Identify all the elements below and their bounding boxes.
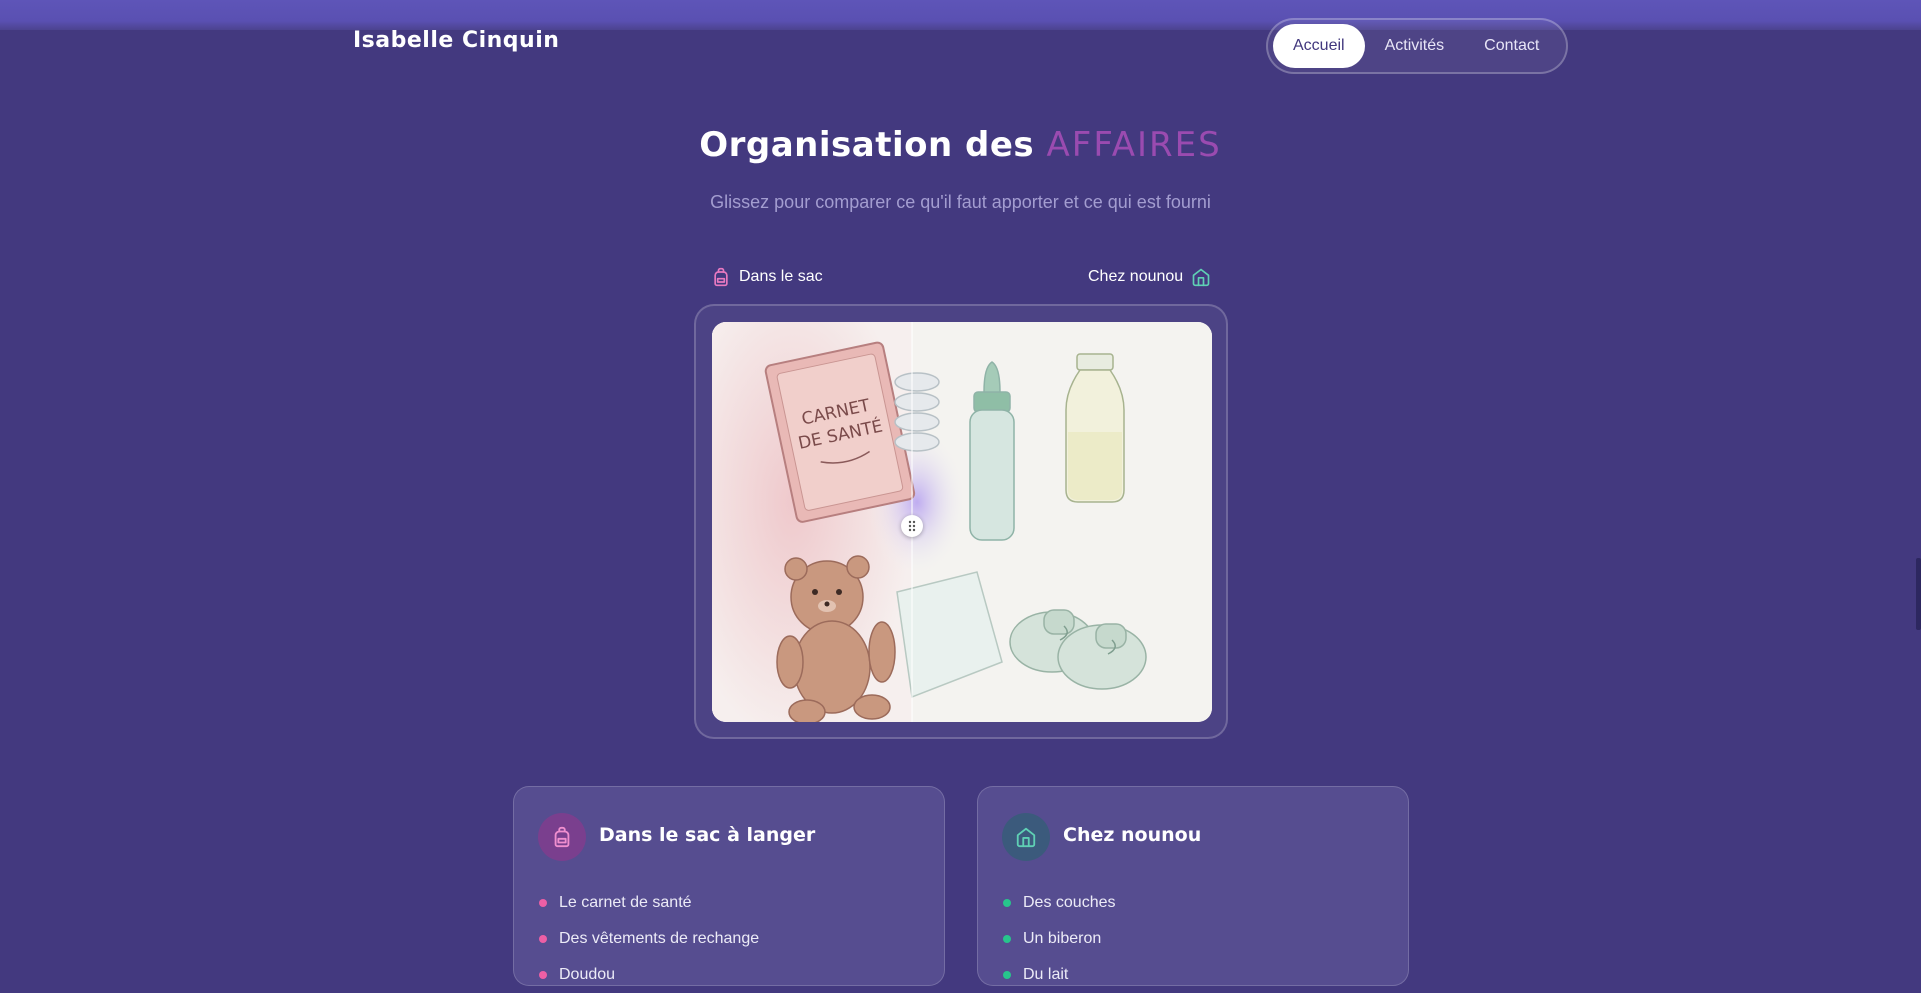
- list-item-text: Un biberon: [1023, 930, 1102, 947]
- section-title: Organisation des AFFAIRES: [0, 125, 1921, 165]
- card-list: Des couches Un biberon Du lait: [1003, 885, 1116, 993]
- list-item: Un biberon: [1003, 921, 1116, 957]
- home-icon: [1016, 827, 1036, 848]
- list-item: Des vêtements de rechange: [539, 921, 759, 957]
- card-icon-circle: [1002, 813, 1050, 861]
- compare-label-right: Chez nounou: [1088, 264, 1211, 290]
- bullet-dot: [1003, 971, 1011, 979]
- list-item: Doudou: [539, 957, 759, 993]
- slider-handle[interactable]: [901, 515, 923, 537]
- scrollbar-thumb[interactable]: [1916, 558, 1921, 630]
- main-nav: Accueil Activités Contact: [1266, 18, 1568, 74]
- nav-item-activites[interactable]: Activités: [1365, 24, 1465, 68]
- list-item: Du lait: [1003, 957, 1116, 993]
- card-at-nanny: Chez nounou Des couches Un biberon Du la…: [977, 786, 1409, 986]
- bullet-dot: [539, 935, 547, 943]
- card-title: Dans le sac à langer: [599, 824, 816, 846]
- bullet-dot: [1003, 935, 1011, 943]
- card-title: Chez nounou: [1063, 824, 1202, 846]
- list-item: Des couches: [1003, 885, 1116, 921]
- home-icon: [1191, 267, 1211, 287]
- baby-items-illustration: CARNET DE SANTÉ: [712, 322, 1212, 722]
- compare-label-left-text: Dans le sac: [739, 268, 823, 285]
- drag-handle-icon: [908, 520, 916, 532]
- nav-item-contact[interactable]: Contact: [1464, 24, 1559, 68]
- bullet-dot: [539, 899, 547, 907]
- card-list: Le carnet de santé Des vêtements de rech…: [539, 885, 759, 993]
- card-diaper-bag: Dans le sac à langer Le carnet de santé …: [513, 786, 945, 986]
- list-item-text: Doudou: [559, 966, 616, 983]
- section-subtitle: Glissez pour comparer ce qu'il faut appo…: [710, 192, 1211, 212]
- site-header: Isabelle Cinquin Accueil Activités Conta…: [0, 0, 1921, 80]
- section-title-accent: AFFAIRES: [1046, 125, 1222, 165]
- section-title-main: Organisation des: [699, 125, 1047, 165]
- list-item-text: Du lait: [1023, 966, 1069, 983]
- bullet-dot: [1003, 899, 1011, 907]
- compare-label-left: Dans le sac: [711, 264, 823, 290]
- comparison-slider-frame: CARNET DE SANTÉ: [694, 304, 1228, 739]
- compare-label-right-text: Chez nounou: [1088, 268, 1184, 285]
- list-item-text: Le carnet de santé: [559, 894, 692, 911]
- backpack-icon: [554, 826, 570, 848]
- backpack-icon: [711, 267, 731, 287]
- list-item-text: Des couches: [1023, 894, 1116, 911]
- nav-item-accueil[interactable]: Accueil: [1273, 24, 1365, 68]
- list-item-text: Des vêtements de rechange: [559, 930, 760, 947]
- bullet-dot: [539, 971, 547, 979]
- brand-logo[interactable]: Isabelle Cinquin: [353, 28, 559, 53]
- card-icon-circle: [538, 813, 586, 861]
- list-item: Le carnet de santé: [539, 885, 759, 921]
- comparison-image[interactable]: CARNET DE SANTÉ: [712, 322, 1212, 722]
